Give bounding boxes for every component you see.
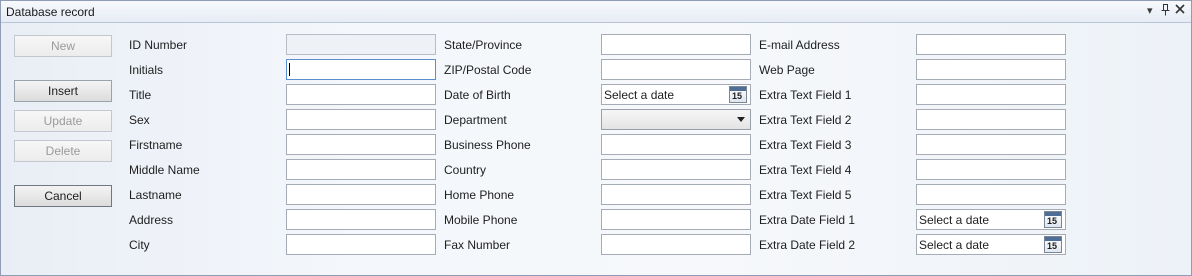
extra-text-4-field[interactable] [916,159,1066,180]
extra-text-5-field[interactable] [916,184,1066,205]
lastname-field[interactable] [286,184,436,205]
delete-button[interactable]: Delete [14,140,112,162]
fax-number-field[interactable] [601,234,751,255]
window-title: Database record [6,5,95,19]
web-page-field[interactable] [916,59,1066,80]
label-address: Address [129,213,174,227]
state-province-field[interactable] [601,34,751,55]
label-home-phone: Home Phone [444,188,515,202]
firstname-field[interactable] [286,134,436,155]
extra-date-2-picker[interactable]: Select a date 15 [916,234,1066,255]
initials-field[interactable] [286,59,436,80]
text-caret [289,63,290,76]
title-bar: Database record ▾ [1,1,1191,23]
id-number-field [286,34,436,55]
label-mobile-phone: Mobile Phone [444,213,518,227]
label-extra-date-2: Extra Date Field 2 [759,238,856,252]
new-button[interactable]: New [14,35,112,57]
home-phone-field[interactable] [601,184,751,205]
label-extra-date-1: Extra Date Field 1 [759,213,856,227]
calendar-icon[interactable]: 15 [729,86,747,103]
label-country: Country [444,163,487,177]
chevron-down-icon[interactable]: ▾ [1147,4,1153,18]
label-zip-postal-code: ZIP/Postal Code [444,63,532,77]
extra-date-1-text: Select a date [919,213,990,227]
email-address-field[interactable] [916,34,1066,55]
insert-button[interactable]: Insert [14,80,112,102]
label-lastname: Lastname [129,188,182,202]
sex-field[interactable] [286,109,436,130]
label-extra-text-1: Extra Text Field 1 [759,88,852,102]
label-city: City [129,238,150,252]
city-field[interactable] [286,234,436,255]
extra-text-3-field[interactable] [916,134,1066,155]
label-sex: Sex [129,113,150,127]
title-field[interactable] [286,84,436,105]
business-phone-field[interactable] [601,134,751,155]
extra-date-1-picker[interactable]: Select a date 15 [916,209,1066,230]
label-firstname: Firstname [129,138,183,152]
label-extra-text-3: Extra Text Field 3 [759,138,852,152]
pin-icon[interactable] [1161,4,1170,20]
database-record-panel: Database record ▾ New Insert Update Dele… [0,0,1192,276]
date-of-birth-picker[interactable]: Select a date 15 [601,84,751,105]
form-content: New Insert Update Delete Cancel ID Numbe… [1,23,1191,275]
address-field[interactable] [286,209,436,230]
label-title: Title [129,88,152,102]
extra-text-1-field[interactable] [916,84,1066,105]
calendar-icon[interactable]: 15 [1044,236,1062,253]
label-middle-name: Middle Name [129,163,200,177]
label-fax-number: Fax Number [444,238,511,252]
label-state-province: State/Province [444,38,523,52]
middle-name-field[interactable] [286,159,436,180]
update-button[interactable]: Update [14,110,112,132]
cancel-button[interactable]: Cancel [14,185,112,207]
calendar-icon[interactable]: 15 [1044,211,1062,228]
close-icon[interactable] [1175,4,1185,18]
label-business-phone: Business Phone [444,138,531,152]
label-web-page: Web Page [759,63,815,77]
label-extra-text-4: Extra Text Field 4 [759,163,852,177]
label-date-of-birth: Date of Birth [444,88,511,102]
chevron-down-icon [737,117,745,122]
label-extra-text-5: Extra Text Field 5 [759,188,852,202]
label-email-address: E-mail Address [759,38,840,52]
country-field[interactable] [601,159,751,180]
department-select[interactable] [601,109,751,130]
mobile-phone-field[interactable] [601,209,751,230]
label-department: Department [444,113,507,127]
label-extra-text-2: Extra Text Field 2 [759,113,852,127]
date-of-birth-text: Select a date [604,88,675,102]
zip-postal-code-field[interactable] [601,59,751,80]
label-id-number: ID Number [129,38,188,52]
extra-date-2-text: Select a date [919,238,990,252]
label-initials: Initials [129,63,164,77]
extra-text-2-field[interactable] [916,109,1066,130]
